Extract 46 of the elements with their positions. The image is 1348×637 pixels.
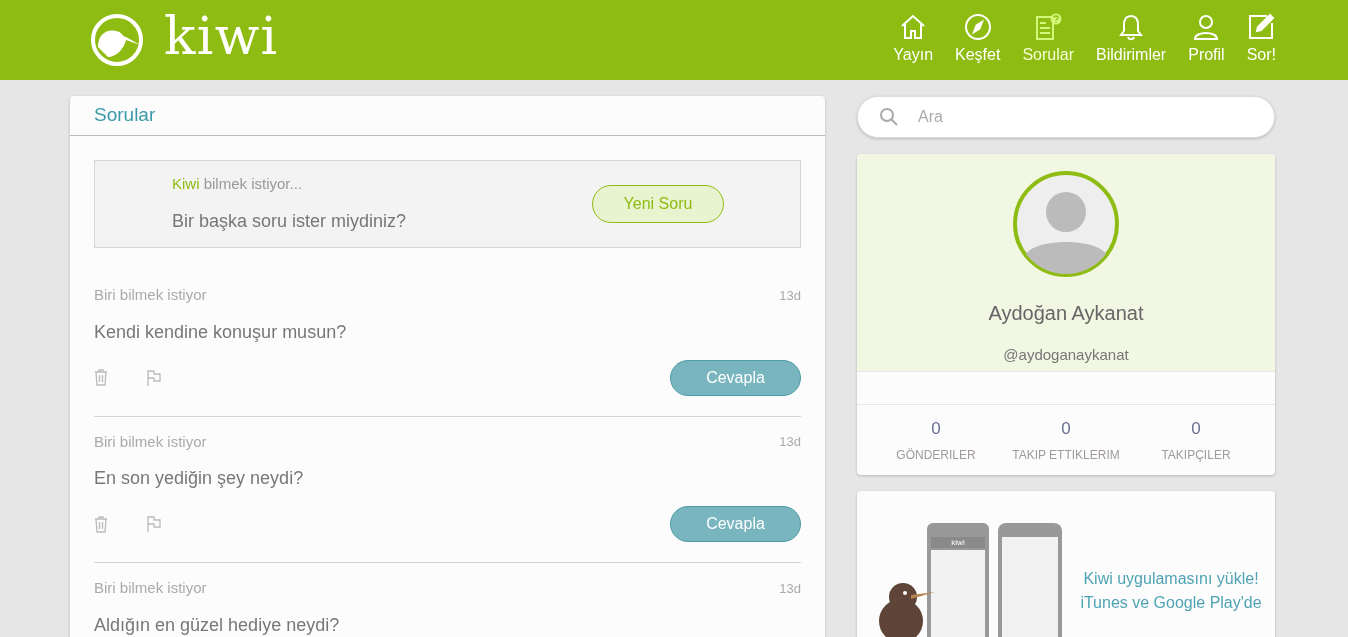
promo-text: Kiwi uygulamasını yükle! — [1083, 569, 1259, 589]
time-label: 13d — [779, 286, 801, 305]
compass-icon — [963, 13, 992, 41]
nav-link[interactable]: Keşfet — [955, 13, 1001, 67]
asker-label: Biri bilmek istiyor — [94, 431, 207, 452]
answer-button[interactable]: Cevapla — [670, 506, 801, 542]
card-title: Sorular — [94, 103, 156, 128]
stat-label: GÖNDERILER — [896, 446, 976, 464]
delete-icon[interactable] — [94, 515, 108, 533]
bell-icon — [1117, 13, 1146, 41]
stat-label: TAKIP ETTIKLERIM — [1012, 446, 1120, 464]
new-question-button[interactable]: Yeni Soru — [592, 185, 724, 223]
asker-label: Biri bilmek istiyor — [94, 285, 207, 305]
prompt-question: Bir başka soru ister miydiniz? — [172, 209, 408, 233]
time-label: 13d — [779, 433, 801, 451]
stat-label: TAKIPÇILER — [1161, 446, 1231, 464]
stat-value: 0 — [931, 418, 941, 441]
promo-text: iTunes ve Google Play'de — [1080, 593, 1262, 613]
flag-icon[interactable] — [146, 369, 161, 386]
nav-link[interactable]: Profil — [1188, 13, 1225, 67]
question-text: Aldığın en güzel hediye neydi? — [94, 613, 341, 637]
document-question-icon — [1034, 13, 1063, 41]
search-icon — [879, 107, 899, 127]
kiwi-bird-logo-icon — [90, 13, 144, 67]
phone-screen-label: kiwi — [951, 538, 965, 547]
question-text: Kendi kendine konuşur musun? — [94, 320, 348, 344]
time-label: 13d — [779, 579, 801, 598]
delete-icon[interactable] — [94, 369, 108, 386]
user-icon — [1192, 13, 1221, 41]
nav-link[interactable]: Sorular — [1022, 13, 1074, 67]
stat-value: 0 — [1191, 418, 1201, 441]
answer-button[interactable]: Cevapla — [670, 359, 801, 396]
asker-label: Biri bilmek istiyor — [94, 578, 207, 598]
nav-link[interactable]: Sor! — [1246, 13, 1276, 67]
stat-value: 0 — [1061, 418, 1071, 441]
nav-link[interactable]: Yayın — [893, 13, 934, 67]
search-field[interactable]: Ara — [857, 96, 1275, 138]
flag-icon[interactable] — [146, 516, 161, 532]
logo-text: kiwi — [164, 10, 279, 62]
profile-name: Aydoğan Aykanat — [988, 301, 1144, 326]
avatar-icon — [1012, 170, 1120, 278]
question-text: En son yediğin şey neydi? — [94, 467, 305, 490]
profile-handle: @aydoganaykanat — [1003, 345, 1129, 365]
nav-link[interactable]: Bildirimler — [1095, 13, 1167, 67]
prompt-caption: Kiwi bilmek istiyor... — [172, 174, 304, 195]
edit-icon — [1247, 13, 1276, 41]
